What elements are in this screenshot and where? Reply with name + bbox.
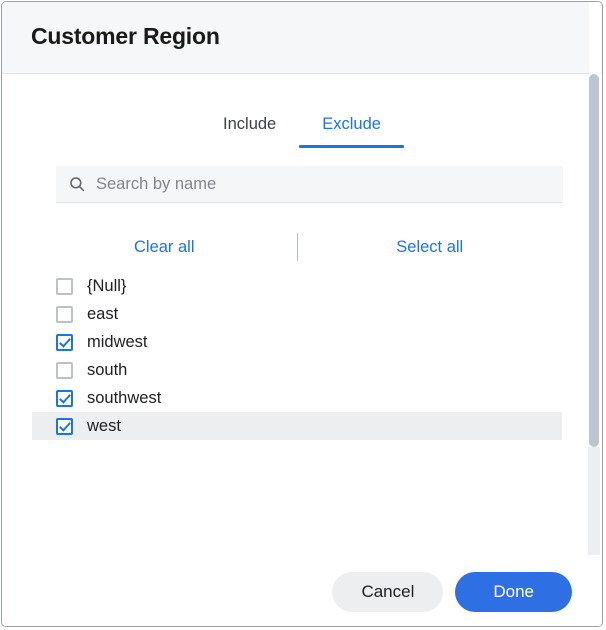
bulk-actions-row: Clear all Select all	[32, 228, 562, 266]
select-all-button[interactable]: Select all	[390, 234, 469, 261]
search-input[interactable]	[96, 166, 563, 202]
list-item[interactable]: {Null}	[32, 272, 562, 300]
checkbox-icon[interactable]	[56, 389, 73, 407]
list-item[interactable]: southwest	[32, 384, 562, 412]
checkbox-icon[interactable]	[56, 417, 73, 435]
tab-bar: Include Exclude	[2, 115, 602, 148]
scrollbar-track[interactable]	[588, 2, 601, 626]
search-field[interactable]	[56, 166, 563, 203]
list-item-label: east	[87, 304, 119, 323]
clear-all-button[interactable]: Clear all	[128, 234, 201, 261]
tab-exclude[interactable]: Exclude	[299, 115, 404, 148]
checkbox-icon[interactable]	[56, 305, 73, 323]
list-item-label: midwest	[87, 332, 148, 351]
dialog-title: Customer Region	[31, 23, 220, 49]
done-button[interactable]: Done	[455, 572, 572, 612]
tab-include[interactable]: Include	[200, 115, 299, 148]
search-icon	[68, 175, 86, 193]
scrollbar-track-lower[interactable]	[588, 447, 600, 555]
dialog-footer: Cancel Done	[2, 558, 602, 626]
scrollbar-thumb[interactable]	[589, 74, 599, 447]
clear-all-cell: Clear all	[32, 234, 297, 261]
option-list: {Null} east midwest south southwest west	[32, 272, 562, 440]
dialog-body: Include Exclude Clear all Select all	[2, 75, 602, 626]
dialog-header: Customer Region	[2, 2, 602, 74]
list-item[interactable]: east	[32, 300, 562, 328]
checkbox-icon[interactable]	[56, 277, 73, 295]
cancel-button[interactable]: Cancel	[332, 572, 444, 612]
list-item[interactable]: west	[32, 412, 562, 440]
list-item-label: west	[87, 416, 121, 435]
checkbox-icon[interactable]	[56, 333, 73, 351]
select-all-cell: Select all	[298, 234, 563, 261]
list-item[interactable]: midwest	[32, 328, 562, 356]
filter-dialog: Customer Region Include Exclude Clear al…	[1, 1, 603, 627]
list-item-label: {Null}	[87, 276, 127, 295]
list-item[interactable]: south	[32, 356, 562, 384]
list-item-label: southwest	[87, 388, 162, 407]
list-item-label: south	[87, 360, 128, 379]
checkbox-icon[interactable]	[56, 361, 73, 379]
